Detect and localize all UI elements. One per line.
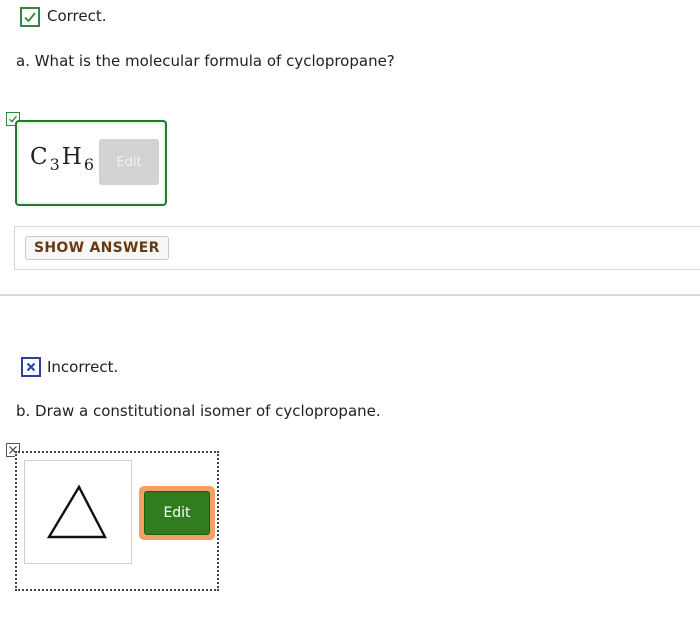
question-a: a. What is the molecular formula of cycl… (16, 52, 395, 70)
formula-carbon: C (30, 144, 48, 170)
structure-drawing-canvas[interactable] (24, 460, 132, 564)
section-divider (0, 294, 700, 296)
edit-button-disabled[interactable]: Edit (99, 139, 159, 185)
correct-status-icon (20, 7, 40, 27)
formula-carbon-count: 3 (49, 155, 60, 174)
formula-hydrogen-count: 6 (83, 155, 95, 174)
incorrect-status-icon (21, 357, 41, 377)
incorrect-status-label: Incorrect. (47, 358, 119, 376)
correct-status-label: Correct. (47, 7, 107, 25)
checkmark-icon (24, 12, 36, 23)
formula-hydrogen: H (61, 144, 82, 170)
cyclopropane-triangle-drawing (46, 484, 107, 539)
edit-button-focus-ring: Edit (139, 486, 215, 540)
formula-display: C 3H 6 (30, 144, 96, 174)
x-mark-icon (26, 362, 36, 372)
show-answer-button[interactable]: SHOW ANSWER (25, 236, 169, 260)
question-b: b. Draw a constitutional isomer of cyclo… (16, 402, 381, 420)
edit-button[interactable]: Edit (144, 491, 210, 535)
